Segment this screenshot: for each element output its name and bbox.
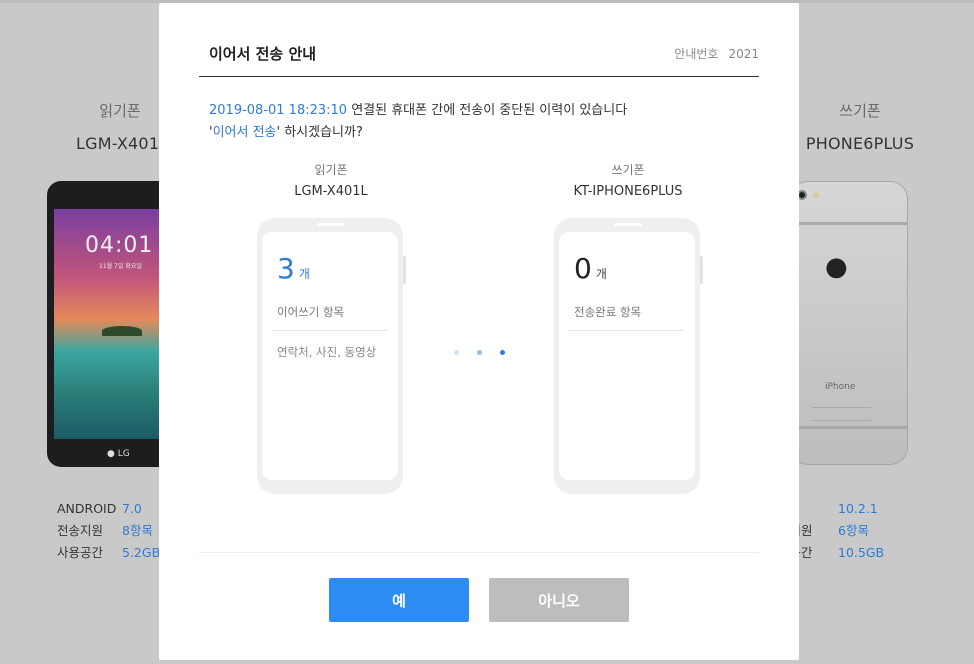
target-phone-card: 0개 전송완료 항목 (554, 218, 703, 494)
spec-value: 7.0 (122, 501, 142, 516)
progress-dot (477, 350, 482, 355)
spec-value: 5.2GB (122, 545, 161, 560)
spec-key: 전송지원 (57, 523, 104, 538)
bg-source-specs: ANDROID 7.0 전송지원 8항목 사용공간 5.2GB (57, 498, 160, 564)
divider (569, 330, 685, 331)
dialog-message: 2019-08-01 18:23:10 연결된 휴대폰 간에 전송이 중단된 이… (209, 100, 627, 144)
footer-divider (199, 552, 759, 553)
phone-screen: 3개 이어쓰기 항목 연락처, 사진, 동영상 (262, 232, 398, 480)
message-question: ' 하시겠습니까? (276, 125, 363, 140)
notice-label: 안내번호 (674, 47, 719, 61)
transfer-progress-dots (451, 350, 511, 358)
target-model: KT-IPHONE6PLUS (573, 184, 683, 199)
spec-key: ANDROID (57, 501, 117, 516)
message-line-2: '이어서 전송' 하시겠습니까? (209, 122, 627, 144)
phone-regulatory-marks (811, 407, 871, 421)
apple-logo-icon: ● (825, 252, 848, 282)
spec-value: 10.2.1 (838, 501, 878, 516)
target-device-header: 쓰기폰 KT-IPHONE6PLUS (528, 161, 728, 199)
completed-count-number: 0 (574, 252, 592, 285)
speaker-icon (317, 223, 345, 226)
notice-info: 안내번호 2021 (674, 45, 759, 62)
progress-dot (500, 350, 505, 355)
spec-row: 사용공간 5.2GB (57, 542, 160, 564)
lg-logo: ● LG (107, 449, 130, 459)
phone-screen: 0개 전송완료 항목 (559, 232, 695, 480)
resume-transfer-highlight: 이어서 전송 (212, 125, 277, 140)
completed-items-label: 전송완료 항목 (574, 305, 642, 319)
spec-row: ANDROID 7.0 (57, 498, 160, 520)
resume-count: 3개 (277, 252, 310, 285)
bg-source-phone-image: 04:01 11월 7일 화요일 ● LG (47, 181, 177, 467)
resume-transfer-dialog: 이어서 전송 안내 안내번호 2021 2019-08-01 18:23:10 연… (159, 3, 799, 660)
interrupted-timestamp: 2019-08-01 18:23:10 (209, 103, 348, 118)
count-unit: 개 (595, 267, 607, 281)
source-model: LGM-X401L (294, 184, 368, 199)
no-button[interactable]: 아니오 (489, 578, 629, 622)
phone-engraving: iPhone (825, 382, 856, 392)
resume-count-number: 3 (277, 252, 295, 285)
progress-dot (454, 350, 459, 355)
spec-value: 10.5GB (838, 545, 885, 560)
source-role: 읽기폰 (314, 163, 348, 177)
dialog-title: 이어서 전송 안내 (209, 45, 317, 63)
target-role: 쓰기폰 (611, 163, 645, 177)
speaker-icon (614, 223, 642, 226)
message-text: 연결된 휴대폰 간에 전송이 중단된 이력이 있습니다 (347, 103, 628, 118)
resume-items-list: 연락처, 사진, 동영상 (277, 345, 377, 359)
yes-button[interactable]: 예 (329, 578, 469, 622)
phone-date: 11월 7일 화요일 (99, 263, 142, 270)
bg-target-phone-image: ● iPhone (790, 181, 908, 465)
message-line-1: 2019-08-01 18:23:10 연결된 휴대폰 간에 전송이 중단된 이… (209, 100, 627, 122)
divider (272, 330, 388, 331)
count-unit: 개 (298, 267, 310, 281)
phone-clock: 04:01 (85, 233, 154, 258)
source-device-header: 읽기폰 LGM-X401L (231, 161, 431, 199)
completed-count: 0개 (574, 252, 607, 285)
antenna-band (791, 222, 907, 225)
spec-row: 전송지원 8항목 (57, 520, 160, 542)
spec-key: 사용공간 (57, 545, 104, 560)
spec-value: 8항목 (122, 523, 153, 538)
flash-icon (813, 192, 819, 198)
source-phone-card: 3개 이어쓰기 항목 연락처, 사진, 동영상 (257, 218, 406, 494)
spec-value: 6항목 (838, 523, 869, 538)
resume-items-label: 이어쓰기 항목 (277, 305, 345, 319)
phone-wallpaper-island (102, 326, 142, 336)
side-button (700, 256, 703, 284)
dialog-header: 이어서 전송 안내 안내번호 2021 (199, 43, 759, 77)
notice-number: 2021 (728, 47, 759, 61)
side-button (403, 256, 406, 284)
antenna-band (791, 426, 907, 429)
